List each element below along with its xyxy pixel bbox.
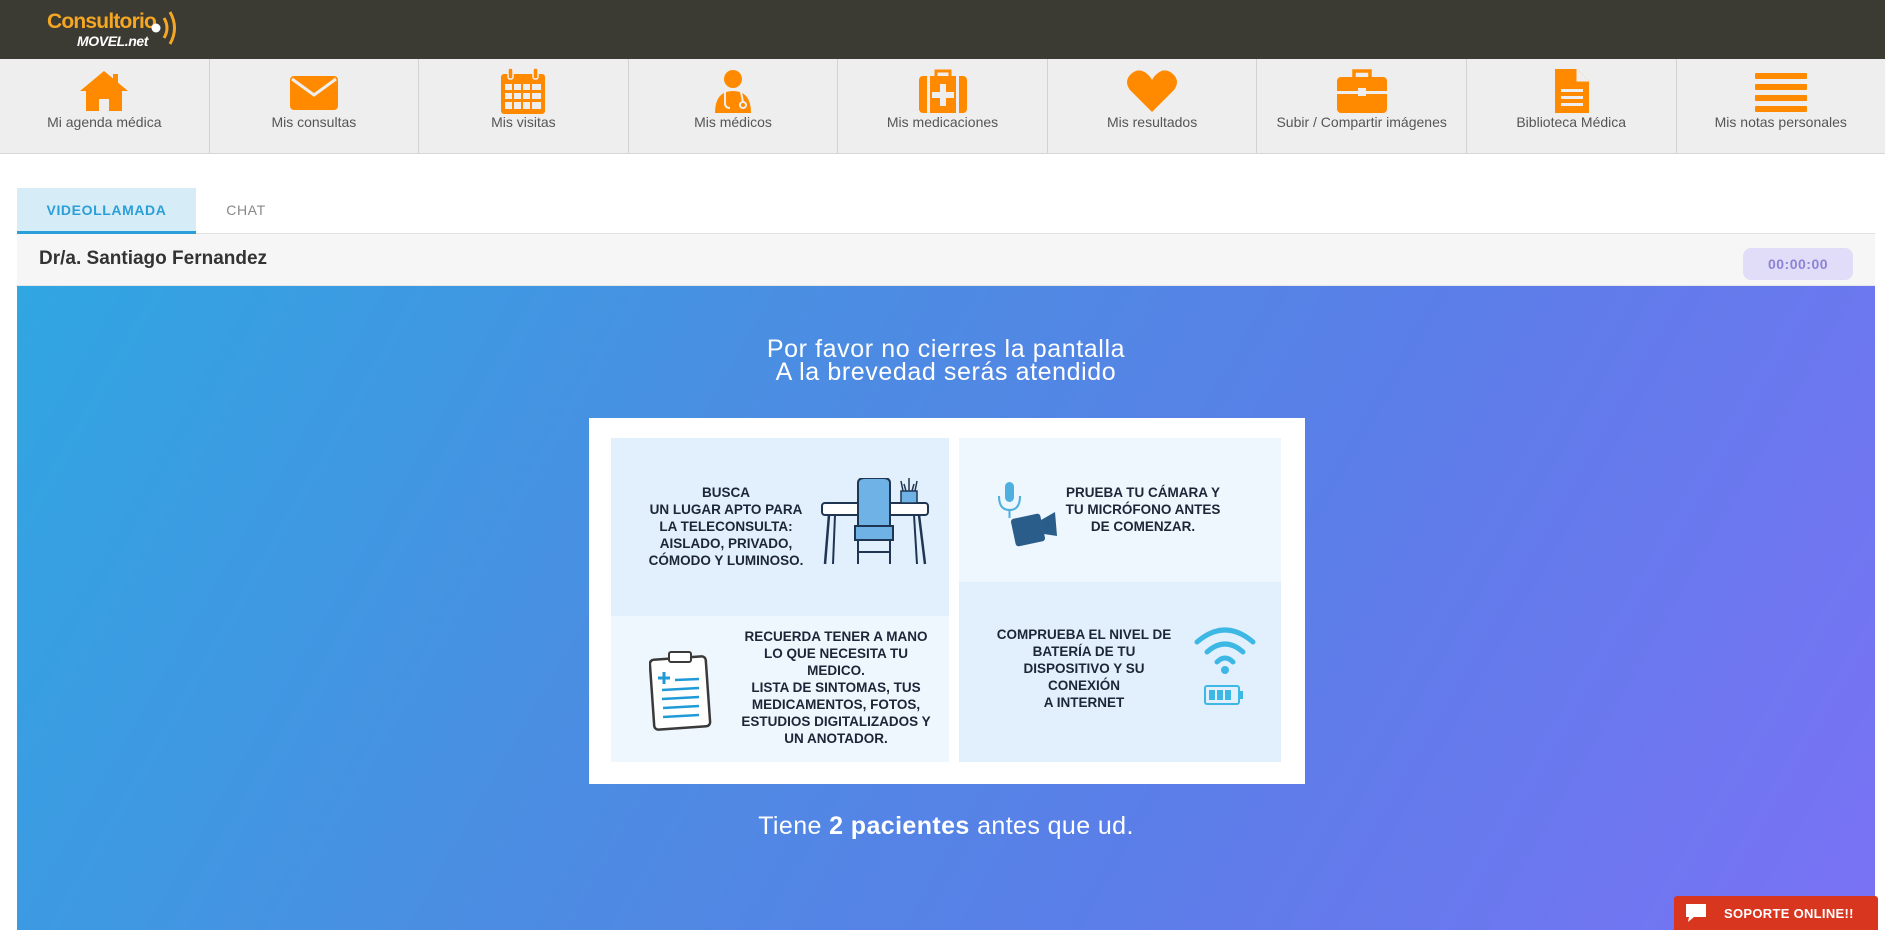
nav-label: Subir / Compartir imágenes: [1276, 114, 1447, 130]
nav-item-consultas[interactable]: Mis consultas: [210, 59, 420, 153]
doctor-icon: [703, 67, 763, 115]
nav-item-visitas[interactable]: Mis visitas: [419, 59, 629, 153]
queue-prefix: Tiene: [758, 812, 830, 840]
nav-label: Mis consultas: [271, 114, 357, 130]
nav-label: Mis médicos: [694, 114, 772, 130]
envelope-icon: [284, 67, 344, 115]
waiting-message: Por favor no cierres la pantalla A la br…: [17, 337, 1875, 386]
nav-label: Mis medicaciones: [886, 114, 999, 130]
nav-label: Mi agenda médica: [47, 114, 162, 130]
wifi-battery-icon: [1194, 627, 1256, 705]
signal-waves-icon: [151, 11, 176, 45]
support-online-button[interactable]: SOPORTE ONLINE!!: [1674, 896, 1878, 930]
nav-label: Mis notas personales: [1714, 114, 1847, 130]
nav-item-notas[interactable]: Mis notas personales: [1677, 59, 1885, 153]
calendar-icon: [493, 67, 553, 115]
briefcase-icon: [1332, 67, 1392, 115]
tab-bar: VIDEOLLAMADA CHAT: [17, 188, 1875, 234]
tab-chat[interactable]: CHAT: [196, 188, 296, 234]
tip-camera-text: PRUEBA TU CÁMARA Y TU MICRÓFONO ANTES DE…: [1065, 485, 1221, 534]
support-online-label: SOPORTE ONLINE!!: [1724, 906, 1854, 921]
document-icon: [1541, 67, 1601, 115]
consultorio-logo[interactable]: Consultorio MOVEL.net: [47, 6, 187, 52]
medkit-icon: [913, 67, 973, 115]
camera-microphone-icon: [998, 482, 1057, 547]
tips-card: BUSCA UN LUGAR APTO PARA LA TELECONSULTA…: [589, 418, 1305, 784]
waiting-room-panel: Por favor no cierres la pantalla A la br…: [17, 286, 1875, 930]
nav-item-resultados[interactable]: Mis resultados: [1048, 59, 1258, 153]
tip-camera: PRUEBA TU CÁMARA Y TU MICRÓFONO ANTES DE…: [959, 438, 1281, 582]
nav-label: Mis resultados: [1106, 114, 1198, 130]
nav-item-medicaciones[interactable]: Mis medicaciones: [838, 59, 1048, 153]
desk-chair-icon: [821, 478, 929, 565]
top-bar: Consultorio MOVEL.net: [0, 0, 1885, 59]
home-icon: [74, 67, 134, 115]
doctor-name: Dr/a. Santiago Fernandez: [39, 248, 268, 269]
tip-battery: COMPRUEBA EL NIVEL DE BATERÍA DE TU DISP…: [959, 582, 1281, 762]
waiting-message-line2: A la brevedad serás atendido: [775, 358, 1117, 386]
nav-item-biblioteca[interactable]: Biblioteca Médica: [1467, 59, 1677, 153]
logo-text-top: Consultorio: [47, 10, 157, 33]
tip-place-text: BUSCA UN LUGAR APTO PARA LA TELECONSULTA…: [648, 485, 804, 568]
queue-count: 2 pacientes: [829, 812, 970, 840]
queue-suffix: antes que ud.: [969, 812, 1134, 840]
tip-battery-text: COMPRUEBA EL NIVEL DE BATERÍA DE TU DISP…: [996, 627, 1172, 710]
nav-label: Biblioteca Médica: [1516, 114, 1627, 130]
nav-item-agenda[interactable]: Mi agenda médica: [0, 59, 210, 153]
clipboard-icon: [649, 651, 712, 731]
queue-status: Tiene 2 pacientes antes que ud.: [17, 812, 1875, 841]
tab-videollamada[interactable]: VIDEOLLAMADA: [17, 188, 196, 234]
heart-icon: [1122, 67, 1182, 115]
nav-item-medicos[interactable]: Mis médicos: [629, 59, 839, 153]
doctor-header: Dr/a. Santiago Fernandez 00:00:00: [17, 234, 1875, 286]
call-timer: 00:00:00: [1743, 248, 1853, 280]
logo-text-bottom: MOVEL.net: [77, 33, 149, 49]
nav-label: Mis visitas: [491, 114, 556, 130]
tip-checklist: RECUERDA TENER A MANO LO QUE NECESITA TU…: [611, 616, 949, 762]
chat-bubble-icon: [1686, 904, 1706, 922]
menu-lines-icon: [1751, 67, 1811, 115]
main-navigation: Mi agenda médica Mis consultas Mis visit…: [0, 59, 1885, 154]
tip-place: BUSCA UN LUGAR APTO PARA LA TELECONSULTA…: [611, 438, 949, 616]
tip-checklist-text: RECUERDA TENER A MANO LO QUE NECESITA TU…: [741, 629, 931, 746]
nav-item-imagenes[interactable]: Subir / Compartir imágenes: [1257, 59, 1467, 153]
